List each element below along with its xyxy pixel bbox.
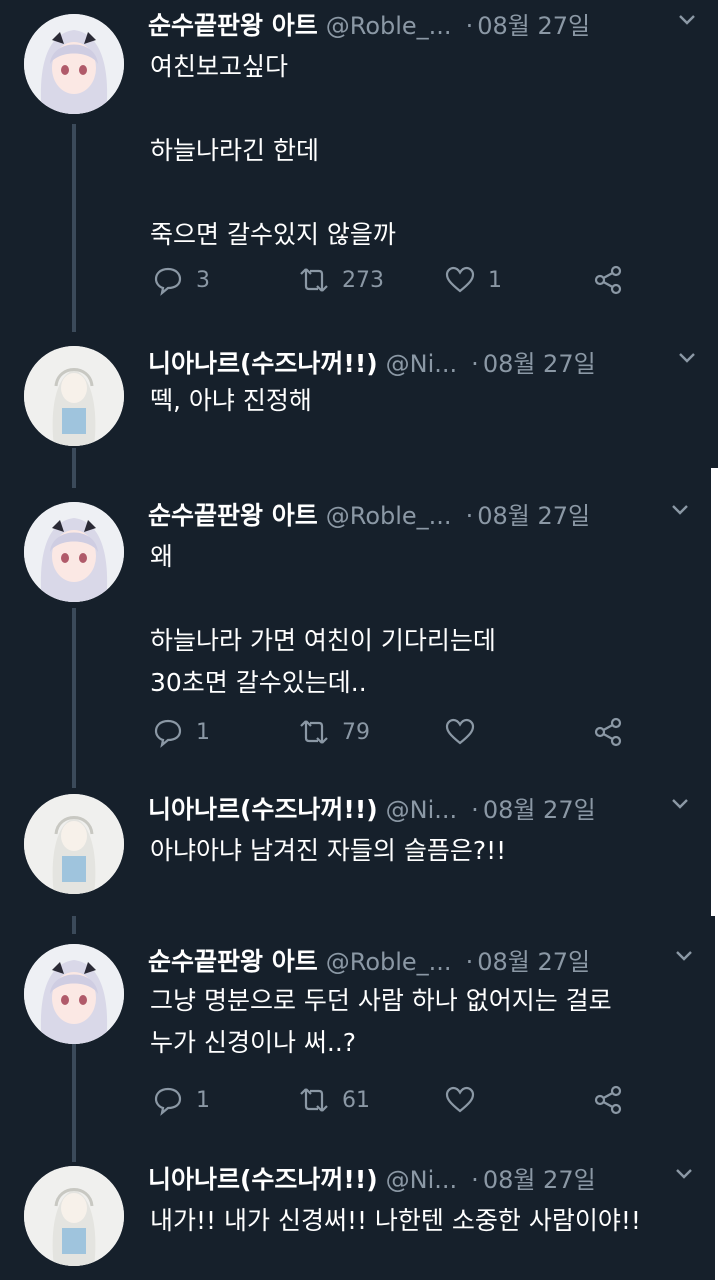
retweet-icon bbox=[300, 720, 328, 744]
avatar-sketch-girl[interactable] bbox=[24, 794, 124, 894]
tweet-date[interactable]: 08월 27일 bbox=[483, 350, 596, 378]
heart-icon bbox=[445, 1086, 475, 1113]
share-icon bbox=[594, 717, 622, 747]
action-bar: 3 273 1 bbox=[152, 262, 632, 298]
edge-strip bbox=[715, 916, 720, 1280]
author-name[interactable]: 니아나르(수즈나꺼!!) bbox=[148, 349, 378, 378]
share-button[interactable] bbox=[592, 1082, 624, 1118]
tweet-date[interactable]: 08월 27일 bbox=[483, 1166, 596, 1194]
reply-button[interactable]: 1 bbox=[152, 714, 210, 750]
author-handle[interactable]: @Ni... bbox=[386, 350, 458, 378]
tweet-date[interactable]: 08월 27일 bbox=[483, 796, 596, 824]
author-name[interactable]: 순수끝판왕 아트 bbox=[148, 11, 318, 40]
tweet[interactable]: 순수끝판왕 아트 @Roble_... · 08월 27일 그냥 명분으로 두던 사람… bbox=[0, 936, 715, 1164]
screenshot-panel-1: 순수끝판왕 아트 @Roble_... · 08월 27일 여친보고싶다 하늘나라긴 … bbox=[0, 0, 718, 468]
chevron-down-icon[interactable] bbox=[669, 498, 691, 520]
author-name[interactable]: 순수끝판왕 아트 bbox=[148, 947, 318, 976]
like-button[interactable] bbox=[444, 714, 488, 750]
tweet-text: 떽, 아냐 진정해 bbox=[150, 386, 312, 415]
share-icon bbox=[594, 1085, 622, 1115]
avatar-anime-girl[interactable] bbox=[24, 944, 124, 1044]
tweet[interactable]: 순수끝판왕 아트 @Roble_... · 08월 27일 왜 하늘나라 가면 여친이… bbox=[0, 492, 711, 782]
tweet[interactable]: 니아나르(수즈나꺼!!) @Ni... · 08월 27일 아냐아냐 남겨진 자들의 … bbox=[0, 786, 711, 916]
reply-icon bbox=[154, 719, 182, 748]
retweet-icon bbox=[300, 1088, 328, 1112]
tweet-text: 아냐아냐 남겨진 자들의 슬픔은?!! bbox=[150, 836, 507, 865]
share-button[interactable] bbox=[592, 262, 624, 298]
retweet-icon bbox=[300, 268, 328, 292]
author-name[interactable]: 순수끝판왕 아트 bbox=[148, 501, 318, 530]
reply-count: 3 bbox=[196, 267, 210, 293]
separator-dot: · bbox=[465, 948, 474, 976]
thread-line bbox=[72, 448, 76, 468]
author-handle[interactable]: @Ni... bbox=[386, 1166, 458, 1194]
tweet[interactable]: 순수끝판왕 아트 @Roble_... · 08월 27일 여친보고싶다 하늘나라긴 … bbox=[0, 0, 718, 330]
tweet-date[interactable]: 08월 27일 bbox=[477, 948, 590, 976]
thread-line bbox=[72, 468, 76, 488]
retweet-count: 273 bbox=[342, 267, 384, 293]
retweet-button[interactable]: 79 bbox=[298, 714, 370, 750]
separator-dot: · bbox=[471, 796, 479, 824]
tweet-date[interactable]: 08월 27일 bbox=[477, 12, 590, 40]
tweet-text: 왜 하늘나라 가면 여친이 기다리는데 30초면 갈수있는데.. bbox=[150, 542, 496, 697]
tweet[interactable]: 니아나르(수즈나꺼!!) @Ni... · 08월 27일 내가!! 내가 신경써!!… bbox=[0, 1156, 715, 1280]
avatar-anime-girl[interactable] bbox=[24, 14, 124, 114]
author-handle[interactable]: @Roble_... bbox=[326, 502, 452, 530]
author-handle[interactable]: @Roble_... bbox=[326, 12, 452, 40]
edge-strip bbox=[711, 468, 720, 916]
retweet-button[interactable]: 273 bbox=[298, 262, 384, 298]
tweet-text: 그냥 명분으로 두던 사람 하나 없어지는 걸로 누가 신경이나 써..? bbox=[150, 986, 612, 1057]
separator-dot: · bbox=[465, 12, 474, 40]
chevron-down-icon[interactable] bbox=[676, 8, 698, 30]
retweet-button[interactable]: 61 bbox=[298, 1082, 370, 1118]
screenshot-panel-2: 순수끝판왕 아트 @Roble_... · 08월 27일 왜 하늘나라 가면 여친이… bbox=[0, 468, 711, 916]
reply-count: 1 bbox=[196, 1087, 210, 1113]
author-name[interactable]: 니아나르(수즈나꺼!!) bbox=[148, 1165, 378, 1194]
tweet[interactable]: 니아나르(수즈나꺼!!) @Ni... · 08월 27일 떽, 아냐 진정해 bbox=[0, 338, 718, 468]
action-bar: 1 79 bbox=[152, 714, 632, 750]
author-handle[interactable]: @Roble_... bbox=[326, 948, 452, 976]
like-count: 1 bbox=[488, 267, 502, 293]
author-handle[interactable]: @Ni... bbox=[386, 796, 458, 824]
like-button[interactable]: 1 bbox=[444, 262, 502, 298]
share-icon bbox=[594, 265, 622, 295]
reply-icon bbox=[154, 267, 182, 296]
chevron-down-icon[interactable] bbox=[676, 346, 698, 368]
tweet-text: 여친보고싶다 하늘나라긴 한데 죽으면 갈수있지 않을까 bbox=[150, 52, 396, 249]
reply-icon bbox=[154, 1087, 182, 1116]
separator-dot: · bbox=[471, 1166, 479, 1194]
heart-icon bbox=[445, 266, 475, 293]
author-name[interactable]: 니아나르(수즈나꺼!!) bbox=[148, 795, 378, 824]
reply-button[interactable]: 1 bbox=[152, 1082, 210, 1118]
reply-count: 1 bbox=[196, 719, 210, 745]
reply-button[interactable]: 3 bbox=[152, 262, 210, 298]
separator-dot: · bbox=[471, 350, 479, 378]
thread-line bbox=[72, 916, 76, 934]
tweet-date[interactable]: 08월 27일 bbox=[477, 502, 590, 530]
action-bar: 1 61 bbox=[152, 1082, 632, 1118]
tweet-text: 내가!! 내가 신경써!! 나한텐 소중한 사람이야!! bbox=[150, 1206, 641, 1235]
avatar-sketch-girl[interactable] bbox=[24, 1166, 124, 1266]
chevron-down-icon[interactable] bbox=[673, 1162, 695, 1184]
chevron-down-icon[interactable] bbox=[673, 944, 695, 966]
chevron-down-icon[interactable] bbox=[669, 792, 691, 814]
share-button[interactable] bbox=[592, 714, 624, 750]
avatar-sketch-girl[interactable] bbox=[24, 346, 124, 446]
retweet-count: 79 bbox=[342, 719, 370, 745]
like-button[interactable] bbox=[444, 1082, 488, 1118]
separator-dot: · bbox=[465, 502, 474, 530]
heart-icon bbox=[445, 718, 475, 745]
avatar-anime-girl[interactable] bbox=[24, 502, 124, 602]
retweet-count: 61 bbox=[342, 1087, 370, 1113]
screenshot-panel-3: 순수끝판왕 아트 @Roble_... · 08월 27일 그냥 명분으로 두던 사람… bbox=[0, 916, 715, 1280]
